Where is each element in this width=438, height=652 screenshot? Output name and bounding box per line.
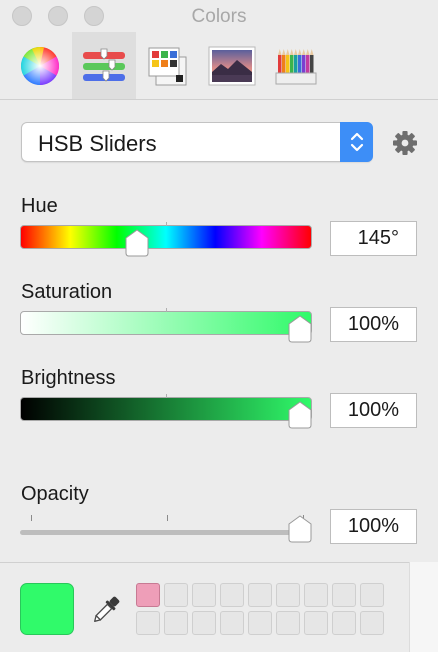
swatch-cell[interactable] — [276, 611, 300, 635]
mode-popup[interactable]: HSB Sliders — [21, 122, 373, 162]
hue-value-field[interactable]: 145° — [330, 221, 417, 256]
brightness-slider[interactable] — [20, 394, 312, 421]
title-bar: Colors — [0, 0, 438, 32]
opacity-value-field[interactable]: 100% — [330, 509, 417, 544]
swatch-cell[interactable] — [192, 583, 216, 607]
swatch-grid — [136, 583, 384, 635]
gear-icon[interactable] — [391, 129, 419, 157]
toolbar — [0, 32, 438, 100]
hue-tick — [166, 222, 167, 226]
hue-slider[interactable] — [20, 222, 312, 249]
opacity-tick — [167, 515, 168, 521]
tab-color-sliders[interactable] — [72, 32, 136, 99]
swatch-cell[interactable] — [304, 611, 328, 635]
tab-pencils[interactable] — [264, 32, 328, 99]
saturation-slider[interactable] — [20, 308, 312, 335]
tab-color-palettes[interactable] — [136, 32, 200, 99]
brightness-label: Brightness — [21, 367, 116, 389]
brightness-slider-thumb[interactable] — [286, 400, 314, 430]
brightness-value-field[interactable]: 100% — [330, 393, 417, 428]
swatch-cell[interactable] — [136, 583, 160, 607]
saturation-value-field[interactable]: 100% — [330, 307, 417, 342]
swatch-cell[interactable] — [360, 611, 384, 635]
swatch-cell[interactable] — [304, 583, 328, 607]
mode-popup-label: HSB Sliders — [38, 131, 157, 156]
eyedropper-icon[interactable] — [89, 592, 123, 628]
opacity-slider-thumb[interactable] — [286, 514, 314, 544]
saturation-label: Saturation — [21, 281, 113, 303]
current-color-swatch[interactable] — [20, 583, 74, 635]
opacity-tick — [31, 515, 32, 521]
popup-arrows-icon — [340, 122, 373, 162]
brightness-tick — [166, 394, 167, 398]
swatch-cell[interactable] — [248, 583, 272, 607]
swatch-cell[interactable] — [220, 583, 244, 607]
swatch-cell[interactable] — [164, 583, 188, 607]
swatch-cell[interactable] — [276, 583, 300, 607]
opacity-slider[interactable] — [20, 530, 310, 535]
window-title: Colors — [191, 6, 247, 27]
saturation-tick — [166, 308, 167, 312]
hue-slider-thumb[interactable] — [123, 228, 151, 258]
color-wheel-icon — [21, 46, 59, 85]
saturation-slider-thumb[interactable] — [286, 314, 314, 344]
opacity-label: Opacity — [21, 483, 89, 505]
pencils-icon — [275, 48, 317, 84]
bottom-edge — [409, 562, 438, 652]
image-palette-icon — [208, 46, 256, 85]
tab-image-palettes[interactable] — [200, 32, 264, 99]
swatch-cell[interactable] — [248, 611, 272, 635]
swatch-cell[interactable] — [332, 611, 356, 635]
swatch-cell[interactable] — [192, 611, 216, 635]
sliders-icon — [83, 48, 125, 82]
swatch-cell[interactable] — [164, 611, 188, 635]
swatch-cell[interactable] — [332, 583, 356, 607]
swatch-cell[interactable] — [360, 583, 384, 607]
tab-color-wheel[interactable] — [8, 32, 72, 99]
palettes-icon — [148, 47, 187, 85]
swatch-cell[interactable] — [220, 611, 244, 635]
swatch-cell[interactable] — [136, 611, 160, 635]
hue-label: Hue — [21, 195, 58, 217]
